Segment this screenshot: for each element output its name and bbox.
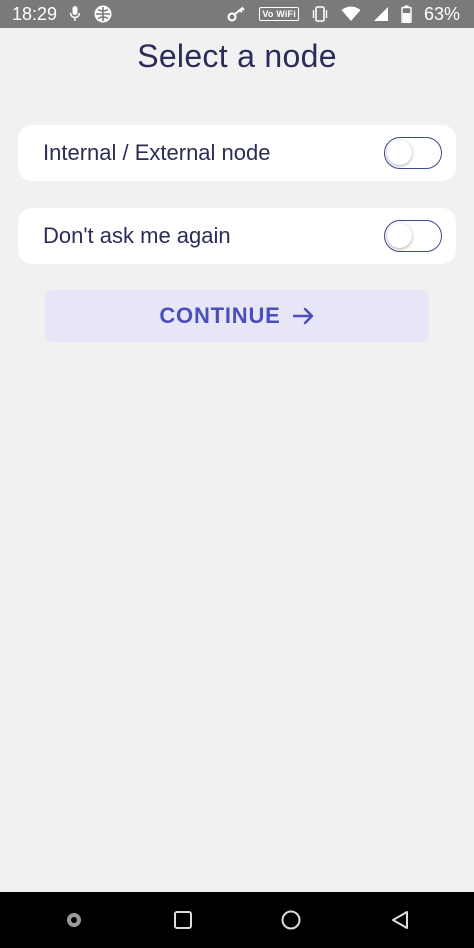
continue-label: CONTINUE [159, 303, 281, 328]
signal-icon [373, 6, 389, 22]
option-label: Don't ask me again [43, 223, 231, 248]
option-internal-external-node: Internal / External node [18, 125, 456, 181]
recents-square-icon[interactable] [163, 900, 203, 940]
home-circle-icon[interactable] [271, 900, 311, 940]
vpn-globe-icon [93, 4, 113, 24]
toggle-knob [387, 140, 412, 165]
battery-percent: 63% [423, 3, 460, 24]
option-dont-ask-again: Don't ask me again [18, 208, 456, 264]
vibrate-icon [311, 5, 329, 23]
wifi-icon [341, 6, 361, 22]
back-triangle-icon[interactable] [380, 900, 420, 940]
key-icon [227, 6, 247, 22]
internal-external-node-toggle[interactable] [384, 137, 442, 169]
system-nav-bar [0, 892, 474, 948]
dot-icon[interactable] [54, 900, 94, 940]
toggle-knob [387, 223, 412, 248]
continue-button[interactable]: CONTINUE [45, 290, 429, 342]
option-label: Internal / External node [43, 140, 271, 165]
mic-icon [69, 5, 81, 23]
arrow-right-icon [292, 307, 315, 325]
battery-icon [401, 5, 412, 23]
page-title: Select a node [137, 38, 337, 74]
status-bar-left: 18:29 [12, 4, 113, 25]
status-time: 18:29 [12, 3, 58, 24]
status-bar-right: Vo WiFi 63% [227, 4, 460, 25]
vowifi-icon: Vo WiFi [259, 7, 299, 21]
status-bar: 18:29 Vo WiFi 63% [0, 0, 474, 28]
dont-ask-again-toggle[interactable] [384, 220, 442, 252]
